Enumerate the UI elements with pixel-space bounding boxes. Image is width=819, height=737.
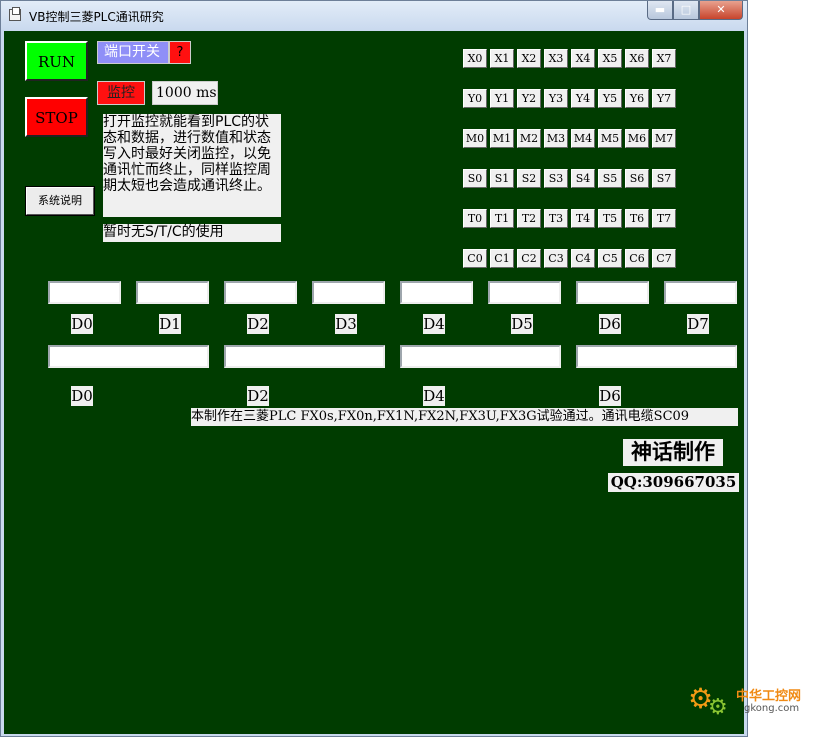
io-bit-x7[interactable]: X7 [652, 49, 676, 68]
io-bit-t0[interactable]: T0 [463, 209, 487, 228]
d16-label-d2: D2 [247, 314, 269, 334]
io-bit-s5[interactable]: S5 [598, 169, 622, 188]
io-bit-y7[interactable]: Y7 [652, 89, 676, 108]
d16-input-d7[interactable] [664, 281, 737, 304]
io-bit-x0[interactable]: X0 [463, 49, 487, 68]
d32-input-d0[interactable] [48, 345, 209, 368]
io-bit-s2[interactable]: S2 [517, 169, 541, 188]
io-bit-y5[interactable]: Y5 [598, 89, 622, 108]
io-bit-c4[interactable]: C4 [571, 249, 595, 268]
d16-input-d4[interactable] [400, 281, 473, 304]
port-toggle-button[interactable]: 端口开关 [97, 41, 169, 64]
app-window: VB控制三菱PLC通讯研究 ▬ □ ✕ RUN STOP 系统说明 端口开关 ?… [0, 0, 748, 737]
io-bit-t5[interactable]: T5 [598, 209, 622, 228]
d32-label-d2: D2 [247, 386, 269, 406]
watermark-name: 中华工控网 [736, 689, 802, 704]
io-bit-x1[interactable]: X1 [490, 49, 514, 68]
qq-label: QQ:309667035 [608, 473, 739, 492]
title-bar[interactable]: VB控制三菱PLC通讯研究 ▬ □ ✕ [1, 1, 747, 31]
window-title: VB控制三菱PLC通讯研究 [29, 10, 164, 24]
io-bit-c6[interactable]: C6 [625, 249, 649, 268]
d16-label-d0: D0 [71, 314, 93, 334]
io-bit-y4[interactable]: Y4 [571, 89, 595, 108]
io-bit-t6[interactable]: T6 [625, 209, 649, 228]
description-text: 打开监控就能看到PLC的状态和数据，进行数值和状态写入时最好关闭监控，以免通讯忙… [103, 114, 281, 217]
help-button[interactable]: 系统说明 [25, 186, 95, 216]
io-bit-m4[interactable]: M4 [571, 129, 595, 148]
io-bit-x4[interactable]: X4 [571, 49, 595, 68]
maximize-button[interactable]: □ [673, 1, 699, 20]
io-bit-x5[interactable]: X5 [598, 49, 622, 68]
d32-label-d4: D4 [423, 386, 445, 406]
io-bit-c2[interactable]: C2 [517, 249, 541, 268]
minimize-button[interactable]: ▬ [647, 1, 673, 20]
io-bit-m1[interactable]: M1 [490, 129, 514, 148]
client-area: RUN STOP 系统说明 端口开关 ? 监控 1000 ms 打开监控就能看到… [4, 31, 744, 734]
author-label: 神话制作 [623, 439, 723, 466]
d16-label-d3: D3 [335, 314, 357, 334]
window-controls: ▬ □ ✕ [647, 1, 743, 21]
io-bit-c1[interactable]: C1 [490, 249, 514, 268]
io-bit-s6[interactable]: S6 [625, 169, 649, 188]
io-bit-y3[interactable]: Y3 [544, 89, 568, 108]
watermark-domain: gkong.com [744, 703, 800, 714]
io-bit-c0[interactable]: C0 [463, 249, 487, 268]
io-bit-s0[interactable]: S0 [463, 169, 487, 188]
d32-label-d0: D0 [71, 386, 93, 406]
io-bit-y2[interactable]: Y2 [517, 89, 541, 108]
stc-note: 暂时无S/T/C的使用 [103, 224, 281, 242]
run-button[interactable]: RUN [25, 41, 88, 81]
d16-label-d4: D4 [423, 314, 445, 334]
io-bit-c5[interactable]: C5 [598, 249, 622, 268]
io-bit-m0[interactable]: M0 [463, 129, 487, 148]
compat-note: 本制作在三菱PLC FX0s,FX0n,FX1N,FX2N,FX3U,FX3G试… [191, 408, 738, 426]
io-bit-x6[interactable]: X6 [625, 49, 649, 68]
io-bit-m2[interactable]: M2 [517, 129, 541, 148]
monitor-period-field[interactable]: 1000 ms [152, 81, 218, 105]
d32-input-d2[interactable] [224, 345, 385, 368]
io-bit-m7[interactable]: M7 [652, 129, 676, 148]
d16-input-d3[interactable] [312, 281, 385, 304]
io-bit-t1[interactable]: T1 [490, 209, 514, 228]
d16-label-d1: D1 [159, 314, 181, 334]
io-bit-t2[interactable]: T2 [517, 209, 541, 228]
port-status-indicator: ? [169, 41, 191, 64]
io-bit-c3[interactable]: C3 [544, 249, 568, 268]
io-bit-t7[interactable]: T7 [652, 209, 676, 228]
d16-label-d6: D6 [599, 314, 621, 334]
io-bit-c7[interactable]: C7 [652, 249, 676, 268]
stop-button[interactable]: STOP [25, 97, 88, 137]
io-bit-y0[interactable]: Y0 [463, 89, 487, 108]
io-bit-s1[interactable]: S1 [490, 169, 514, 188]
close-button[interactable]: ✕ [699, 1, 743, 20]
monitor-button[interactable]: 监控 [97, 81, 145, 105]
io-bit-m5[interactable]: M5 [598, 129, 622, 148]
io-bit-x2[interactable]: X2 [517, 49, 541, 68]
watermark-logo: ⚙ ⚙ 中华工控网 gkong.com [684, 679, 816, 727]
app-icon [9, 7, 21, 21]
io-bit-x3[interactable]: X3 [544, 49, 568, 68]
d16-input-d1[interactable] [136, 281, 209, 304]
d16-label-d5: D5 [511, 314, 533, 334]
io-bit-s3[interactable]: S3 [544, 169, 568, 188]
d16-input-d5[interactable] [488, 281, 561, 304]
io-bit-t3[interactable]: T3 [544, 209, 568, 228]
io-bit-s7[interactable]: S7 [652, 169, 676, 188]
io-bit-y1[interactable]: Y1 [490, 89, 514, 108]
d16-label-d7: D7 [687, 314, 709, 334]
io-bit-m3[interactable]: M3 [544, 129, 568, 148]
io-bit-y6[interactable]: Y6 [625, 89, 649, 108]
d32-input-d6[interactable] [576, 345, 737, 368]
d16-input-d6[interactable] [576, 281, 649, 304]
d16-input-d2[interactable] [224, 281, 297, 304]
io-bit-t4[interactable]: T4 [571, 209, 595, 228]
io-bit-m6[interactable]: M6 [625, 129, 649, 148]
io-bit-s4[interactable]: S4 [571, 169, 595, 188]
d32-label-d6: D6 [599, 386, 621, 406]
gear-icon: ⚙ [708, 695, 728, 720]
d16-input-d0[interactable] [48, 281, 121, 304]
d32-input-d4[interactable] [400, 345, 561, 368]
